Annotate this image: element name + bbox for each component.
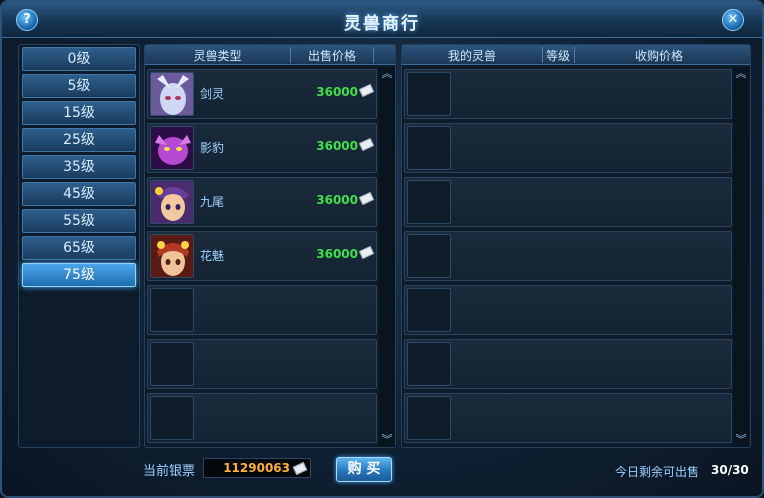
header-buy-price: 收购价格 [634,49,683,63]
header-my-pet: 我的灵兽 [447,49,496,63]
empty-slot [407,72,451,116]
close-button[interactable]: ✕ [722,9,744,31]
pet-portrait-yingbao [150,126,194,170]
my-pet-list: 我的灵兽 等级 收购价格 ︽ ︾ [401,44,751,448]
pet-name: 花魅 [200,249,225,263]
current-money-label: 当前银票 [143,464,196,479]
buy-button[interactable]: 购 买 [336,457,392,482]
level-tab-35[interactable]: 35级 [22,155,136,179]
level-tab-55[interactable]: 55级 [22,209,136,233]
level-tab-75[interactable]: 75级 [22,263,136,287]
money-display: 11290063 [203,458,311,478]
pet-price: 36000 [316,139,358,153]
header-sell-price: 出售价格 [307,49,356,63]
pet-portrait-huamei [150,234,194,278]
pet-price: 36000 [316,247,358,261]
my-pet-row [404,393,732,443]
shop-row-huamei[interactable]: 花魅 36000 [147,231,377,281]
empty-slot [407,126,451,170]
header-level: 等级 [545,49,570,63]
empty-slot [150,342,194,386]
remaining-sell-label: 今日剩余可出售 [615,465,700,479]
my-pet-row [404,231,732,281]
empty-shop-row [147,393,377,443]
header-divider [373,47,374,63]
my-list-header: 我的灵兽 等级 收购价格 [402,45,750,65]
pet-name: 剑灵 [200,87,225,101]
level-tab-0[interactable]: 0级 [22,47,136,71]
shop-pet-list: 灵兽类型 出售价格 剑灵 36000 影豹 36000 九尾 36000 花魅 … [144,44,396,448]
shop-list-header: 灵兽类型 出售价格 [145,45,395,65]
remaining-sell-count: 30/30 [711,463,749,477]
money-value: 11290063 [223,461,290,475]
silver-ticket-icon [358,83,375,98]
pet-portrait-jiuwei [150,180,194,224]
my-pet-row [404,339,732,389]
empty-slot [407,234,451,278]
shop-row-jiuwei[interactable]: 九尾 36000 [147,177,377,227]
level-tab-25[interactable]: 25级 [22,128,136,152]
scroll-down-icon[interactable]: ︾ [733,433,749,447]
pet-name: 九尾 [200,195,225,209]
silver-ticket-icon [292,461,308,476]
level-tab-45[interactable]: 45级 [22,182,136,206]
pet-name: 影豹 [200,141,225,155]
pet-price: 36000 [316,85,358,99]
scroll-up-icon[interactable]: ︽ [733,67,749,81]
empty-slot [150,396,194,440]
scroll-up-icon[interactable]: ︽ [379,67,395,81]
silver-ticket-icon [358,137,375,152]
empty-slot [407,342,451,386]
shop-row-yingbao[interactable]: 影豹 36000 [147,123,377,173]
empty-slot [150,288,194,332]
level-tab-65[interactable]: 65级 [22,236,136,260]
my-pet-row [404,285,732,335]
empty-slot [407,396,451,440]
empty-slot [407,180,451,224]
shop-scrollbar[interactable]: ︽ ︾ [379,67,395,447]
window-title: 灵兽商行 [344,14,420,34]
level-tab-list: 0级 5级 15级 25级 35级 45级 55级 65级 75级 [18,44,140,448]
silver-ticket-icon [358,191,375,206]
my-pet-row [404,177,732,227]
my-pet-row [404,123,732,173]
level-tab-5[interactable]: 5级 [22,74,136,98]
title-bar: ? 灵兽商行 ✕ [2,2,762,38]
my-pet-row [404,69,732,119]
pet-price: 36000 [316,193,358,207]
my-pet-scrollbar[interactable]: ︽ ︾ [733,67,749,447]
silver-ticket-icon [358,245,375,260]
shop-row-jianling[interactable]: 剑灵 36000 [147,69,377,119]
pet-shop-window: ? 灵兽商行 ✕ 0级 5级 15级 25级 35级 45级 55级 65级 7… [0,0,764,498]
pet-portrait-jianling [150,72,194,116]
empty-shop-row [147,285,377,335]
empty-shop-row [147,339,377,389]
scroll-down-icon[interactable]: ︾ [379,433,395,447]
level-tab-15[interactable]: 15级 [22,101,136,125]
header-pet-type: 灵兽类型 [193,49,242,63]
empty-slot [407,288,451,332]
